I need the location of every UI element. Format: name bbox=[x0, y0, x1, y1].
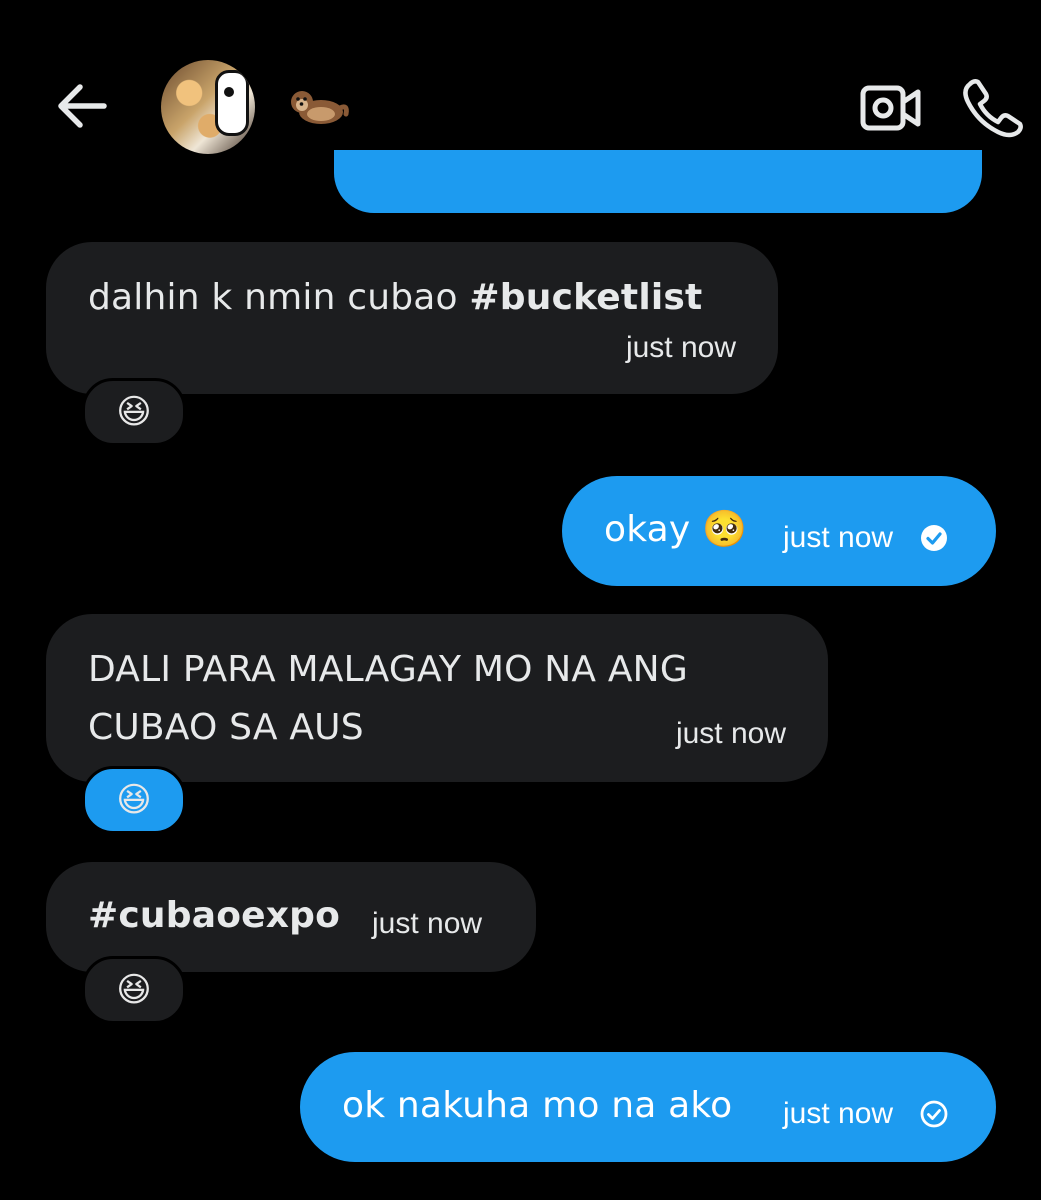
avatar-decoration bbox=[215, 70, 249, 136]
message-text: ok nakuha mo na ako bbox=[342, 1085, 733, 1126]
voice-call-button[interactable] bbox=[960, 76, 1026, 138]
message-timestamp: just now bbox=[372, 907, 483, 940]
reaction-badge[interactable]: 😆 bbox=[82, 956, 186, 1024]
phone-icon bbox=[963, 79, 1023, 138]
video-camera-icon bbox=[860, 85, 921, 131]
check-circle-outline-icon bbox=[920, 1100, 948, 1128]
message-text: dalhin k nmin cubao #bucketlist bbox=[88, 270, 702, 326]
message-bubble-outgoing[interactable]: okay 🥺 just now bbox=[562, 476, 996, 586]
laughing-emoji: 😆 bbox=[116, 970, 152, 1010]
hashtag-link[interactable]: #cubaoexpo bbox=[88, 888, 340, 944]
message-line-1: DALI PARA MALAGAY MO NA ANG bbox=[88, 649, 688, 690]
previous-message-bubble[interactable] bbox=[334, 150, 982, 213]
sent-status bbox=[920, 1100, 948, 1132]
otter-emoji bbox=[288, 86, 350, 134]
message-timestamp: just now bbox=[675, 717, 786, 750]
check-circle-filled-icon bbox=[921, 525, 947, 551]
hashtag-link[interactable]: #bucketlist bbox=[469, 277, 702, 318]
back-button[interactable] bbox=[50, 78, 114, 134]
avatar[interactable] bbox=[161, 60, 255, 154]
reaction-badge[interactable]: 😆 bbox=[82, 378, 186, 446]
message-text: okay 🥺 bbox=[604, 509, 748, 550]
video-call-button[interactable] bbox=[858, 80, 924, 136]
message-timestamp: just now bbox=[783, 521, 894, 554]
message-timestamp: just now bbox=[783, 1097, 894, 1130]
message-bubble-incoming[interactable]: dalhin k nmin cubao #bucketlist just now bbox=[46, 242, 778, 394]
message-timestamp: just now bbox=[625, 331, 736, 364]
message-bubble-outgoing[interactable]: ok nakuha mo na ako just now bbox=[300, 1052, 996, 1162]
message-bubble-incoming[interactable]: DALI PARA MALAGAY MO NA ANG CUBAO SA AUS… bbox=[46, 614, 828, 782]
read-status bbox=[920, 524, 948, 556]
laughing-emoji: 😆 bbox=[116, 392, 152, 432]
reaction-badge-selected[interactable]: 😆 bbox=[82, 766, 186, 834]
message-line-2: CUBAO SA AUS bbox=[88, 707, 364, 748]
message-text-plain: dalhin k nmin cubao bbox=[88, 277, 470, 318]
otter-icon bbox=[291, 91, 349, 124]
laughing-emoji: 😆 bbox=[116, 780, 152, 820]
arrow-left-icon bbox=[58, 84, 107, 128]
